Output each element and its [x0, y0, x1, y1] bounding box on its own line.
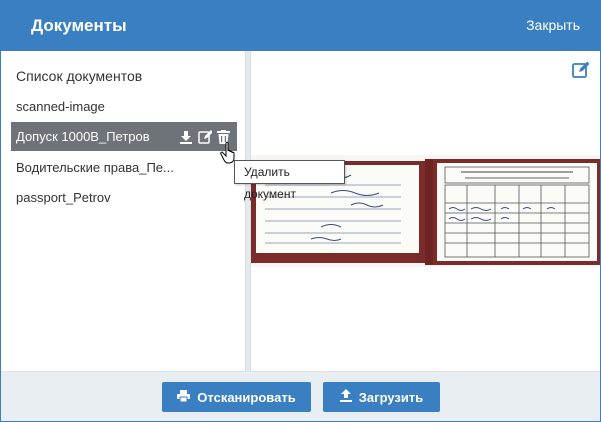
printer-icon [177, 389, 191, 405]
dialog-footer: Отсканировать Загрузить [1, 371, 600, 421]
document-item-label: Допуск 1000В_Петров [16, 129, 150, 144]
edit-preview-icon[interactable] [572, 61, 590, 79]
edit-icon[interactable] [197, 129, 212, 144]
upload-icon [339, 389, 352, 405]
dialog-header: Документы Закрыть [1, 1, 600, 51]
close-button[interactable]: Закрыть [526, 17, 580, 33]
dialog-title: Документы [31, 16, 127, 35]
scan-button[interactable]: Отсканировать [162, 382, 311, 412]
document-item-driver-license[interactable]: Водительские права_Пе... [11, 153, 237, 182]
document-item-scanned-image[interactable]: scanned-image [11, 92, 237, 121]
document-item-dopusk[interactable]: Допуск 1000В_Петров [11, 122, 237, 151]
document-item-passport[interactable]: passport_Petrov [11, 183, 237, 212]
documents-dialog: Документы Закрыть Список документов scan… [0, 0, 601, 422]
document-item-label: passport_Petrov [16, 190, 111, 205]
delete-tooltip: Удалить документ [234, 160, 345, 201]
scan-button-label: Отсканировать [197, 389, 296, 405]
upload-button-label: Загрузить [358, 389, 424, 405]
document-list-panel: Список документов scanned-image Допуск 1… [1, 51, 245, 371]
download-icon[interactable] [178, 129, 193, 144]
document-item-label: scanned-image [16, 99, 105, 114]
upload-button[interactable]: Загрузить [323, 382, 440, 412]
document-preview [251, 51, 600, 371]
hand-cursor-icon [220, 141, 238, 165]
document-item-label: Водительские права_Пе... [16, 160, 174, 175]
document-list-title: Список документов [16, 68, 143, 84]
